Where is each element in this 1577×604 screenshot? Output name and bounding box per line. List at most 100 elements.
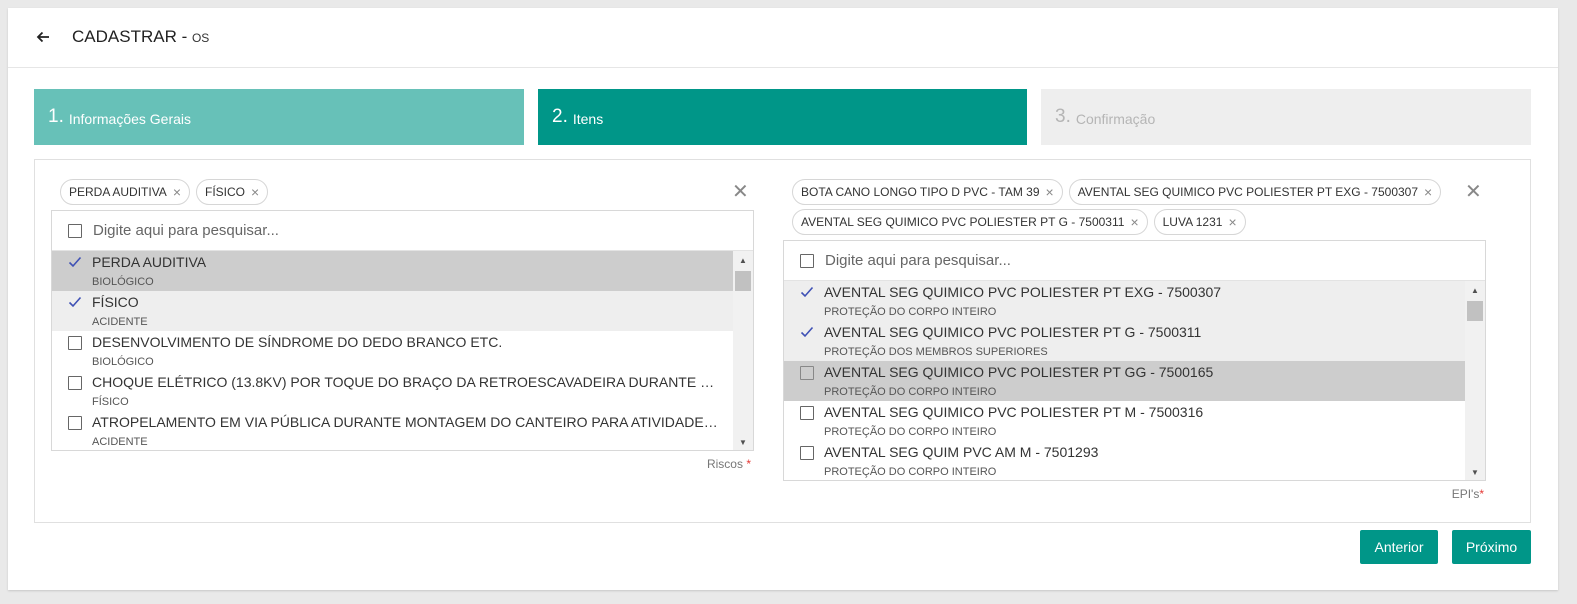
check-icon bbox=[800, 286, 814, 298]
list-item[interactable]: DESENVOLVIMENTO DE SÍNDROME DO DEDO BRAN… bbox=[52, 331, 733, 371]
list-item[interactable]: AVENTAL SEG QUIMICO PVC POLIESTER PT GG … bbox=[784, 361, 1465, 401]
back-button[interactable] bbox=[32, 26, 54, 48]
item-category: BIOLÓGICO bbox=[92, 356, 154, 368]
page-title-text: CADASTRAR - bbox=[72, 27, 192, 46]
step-label: Informações Gerais bbox=[68, 110, 192, 127]
list-item[interactable]: PERDA AUDITIVA BIOLÓGICO bbox=[52, 251, 733, 291]
scroll-down-icon[interactable]: ▼ bbox=[733, 435, 753, 449]
item-name: AVENTAL SEG QUIMICO PVC POLIESTER PT M -… bbox=[824, 404, 1204, 420]
epis-chips: BOTA CANO LONGO TIPO D PVC - TAM 39 × AVE… bbox=[792, 179, 1452, 235]
arrow-left-icon bbox=[36, 31, 49, 43]
step-label: Confirmação bbox=[1075, 110, 1156, 127]
epis-search-input[interactable] bbox=[825, 252, 1425, 269]
chip[interactable]: LUVA 1231 × bbox=[1153, 209, 1246, 235]
riscos-option-list: PERDA AUDITIVA BIOLÓGICO FÍSICO ACIDENTE… bbox=[52, 251, 753, 450]
chip-remove-icon[interactable]: × bbox=[1424, 185, 1432, 199]
item-name: PERDA AUDITIVA bbox=[92, 254, 207, 270]
list-item[interactable]: AVENTAL SEG QUIMICO PVC POLIESTER PT M -… bbox=[784, 401, 1465, 441]
chip[interactable]: PERDA AUDITIVA × bbox=[60, 179, 190, 205]
chip[interactable]: AVENTAL SEG QUIMICO PVC POLIESTER PT G -… bbox=[792, 209, 1148, 235]
item-checkbox[interactable] bbox=[68, 376, 82, 390]
chip-remove-icon[interactable]: × bbox=[173, 185, 181, 199]
step-confirmacao[interactable]: 3. Confirmação bbox=[1041, 89, 1531, 145]
chip[interactable]: AVENTAL SEG QUIMICO PVC POLIESTER PT EXG… bbox=[1068, 179, 1442, 205]
required-mark: * bbox=[1479, 487, 1484, 501]
item-name: FÍSICO bbox=[92, 294, 139, 310]
item-category: BIOLÓGICO bbox=[92, 276, 154, 288]
list-item[interactable]: AVENTAL SEG QUIMICO PVC POLIESTER PT EXG… bbox=[784, 281, 1465, 321]
item-checkbox[interactable] bbox=[800, 406, 814, 420]
riscos-search-row bbox=[52, 211, 753, 251]
check-icon bbox=[68, 256, 82, 268]
item-checkbox[interactable] bbox=[68, 416, 82, 430]
page-subtitle: OS bbox=[191, 31, 210, 45]
chip-label: PERDA AUDITIVA bbox=[69, 185, 167, 199]
next-button[interactable]: Próximo bbox=[1452, 530, 1531, 564]
step-itens[interactable]: 2. Itens bbox=[538, 89, 1027, 145]
field-label-text: EPI's bbox=[1451, 487, 1480, 501]
chip-label: AVENTAL SEG QUIMICO PVC POLIESTER PT EXG… bbox=[1077, 185, 1419, 199]
epis-field-label: EPI's* bbox=[1452, 487, 1484, 501]
item-name: AVENTAL SEG QUIMICO PVC POLIESTER PT GG … bbox=[824, 364, 1214, 380]
item-category: PROTEÇÃO DO CORPO INTEIRO bbox=[824, 386, 997, 398]
scroll-thumb[interactable] bbox=[735, 271, 751, 291]
step-label: Itens bbox=[572, 110, 604, 127]
scroll-up-icon[interactable]: ▲ bbox=[1465, 283, 1485, 297]
chip-remove-icon[interactable]: × bbox=[1130, 215, 1138, 229]
check-icon bbox=[800, 326, 814, 338]
item-category: FÍSICO bbox=[92, 396, 129, 408]
select-all-checkbox[interactable] bbox=[800, 253, 814, 268]
list-item[interactable]: AVENTAL SEG QUIMICO PVC POLIESTER PT G -… bbox=[784, 321, 1465, 361]
check-icon bbox=[68, 296, 82, 308]
step-number: 1. bbox=[48, 106, 64, 127]
page-card: CADASTRAR - OS 1. Informações Gerais 2. … bbox=[8, 8, 1558, 590]
epis-scrollbar[interactable]: ▲ ▼ bbox=[1465, 281, 1485, 480]
chip-remove-icon[interactable]: × bbox=[1046, 185, 1054, 199]
item-category: PROTEÇÃO DO CORPO INTEIRO bbox=[824, 466, 997, 478]
chip[interactable]: FÍSICO × bbox=[196, 179, 269, 205]
item-name: CHOQUE ELÉTRICO (13.8KV) POR TOQUE DO BR… bbox=[92, 374, 715, 390]
item-checkbox[interactable] bbox=[800, 446, 814, 460]
chip-remove-icon[interactable]: × bbox=[1228, 215, 1236, 229]
riscos-clear-all-icon[interactable]: ✕ bbox=[732, 182, 749, 202]
list-item[interactable]: FÍSICO ACIDENTE bbox=[52, 291, 733, 331]
riscos-listbox: PERDA AUDITIVA BIOLÓGICO FÍSICO ACIDENTE… bbox=[51, 210, 754, 451]
previous-button[interactable]: Anterior bbox=[1360, 530, 1438, 564]
field-label-text: Riscos bbox=[706, 457, 743, 471]
chip[interactable]: BOTA CANO LONGO TIPO D PVC - TAM 39 × bbox=[792, 179, 1063, 205]
scroll-down-icon[interactable]: ▼ bbox=[1465, 465, 1485, 479]
item-name: AVENTAL SEG QUIMICO PVC POLIESTER PT G -… bbox=[824, 324, 1202, 340]
item-category: PROTEÇÃO DO CORPO INTEIRO bbox=[824, 306, 997, 318]
list-item[interactable]: ATROPELAMENTO EM VIA PÚBLICA DURANTE MON… bbox=[52, 411, 733, 450]
riscos-field-label: Riscos * bbox=[707, 457, 751, 471]
chip-remove-icon[interactable]: × bbox=[251, 185, 259, 199]
epis-option-list: AVENTAL SEG QUIMICO PVC POLIESTER PT EXG… bbox=[784, 281, 1485, 480]
epis-search-row bbox=[784, 241, 1485, 281]
item-category: PROTEÇÃO DOS MEMBROS SUPERIORES bbox=[824, 346, 1048, 358]
item-category: PROTEÇÃO DO CORPO INTEIRO bbox=[824, 426, 997, 438]
select-all-checkbox[interactable] bbox=[68, 223, 82, 238]
item-name: ATROPELAMENTO EM VIA PÚBLICA DURANTE MON… bbox=[92, 414, 718, 430]
epis-clear-all-icon[interactable]: ✕ bbox=[1465, 182, 1482, 202]
page-header: CADASTRAR - OS bbox=[8, 8, 1558, 68]
riscos-scrollbar[interactable]: ▲ ▼ bbox=[733, 251, 753, 450]
step-number: 2. bbox=[552, 106, 568, 127]
step-number: 3. bbox=[1055, 106, 1071, 127]
items-panel: PERDA AUDITIVA × FÍSICO × ✕ PERDA AUDITIVA… bbox=[34, 159, 1531, 523]
list-item[interactable]: CHOQUE ELÉTRICO (13.8KV) POR TOQUE DO BR… bbox=[52, 371, 733, 411]
item-category: ACIDENTE bbox=[92, 316, 148, 328]
scroll-up-icon[interactable]: ▲ bbox=[733, 253, 753, 267]
scroll-thumb[interactable] bbox=[1467, 301, 1483, 321]
chip-label: FÍSICO bbox=[205, 185, 246, 199]
page-title: CADASTRAR - OS bbox=[72, 27, 209, 47]
required-mark: * bbox=[746, 457, 751, 471]
item-category: ACIDENTE bbox=[92, 436, 148, 448]
chip-label: AVENTAL SEG QUIMICO PVC POLIESTER PT G -… bbox=[801, 215, 1125, 229]
item-checkbox[interactable] bbox=[68, 336, 82, 350]
item-name: AVENTAL SEG QUIM PVC AM M - 7501293 bbox=[824, 444, 1099, 460]
item-name: AVENTAL SEG QUIMICO PVC POLIESTER PT EXG… bbox=[824, 284, 1222, 300]
riscos-search-input[interactable] bbox=[93, 222, 693, 239]
step-informacoes-gerais[interactable]: 1. Informações Gerais bbox=[34, 89, 524, 145]
item-checkbox[interactable] bbox=[800, 366, 814, 380]
list-item[interactable]: AVENTAL SEG QUIM PVC AM M - 7501293 PROT… bbox=[784, 441, 1465, 480]
